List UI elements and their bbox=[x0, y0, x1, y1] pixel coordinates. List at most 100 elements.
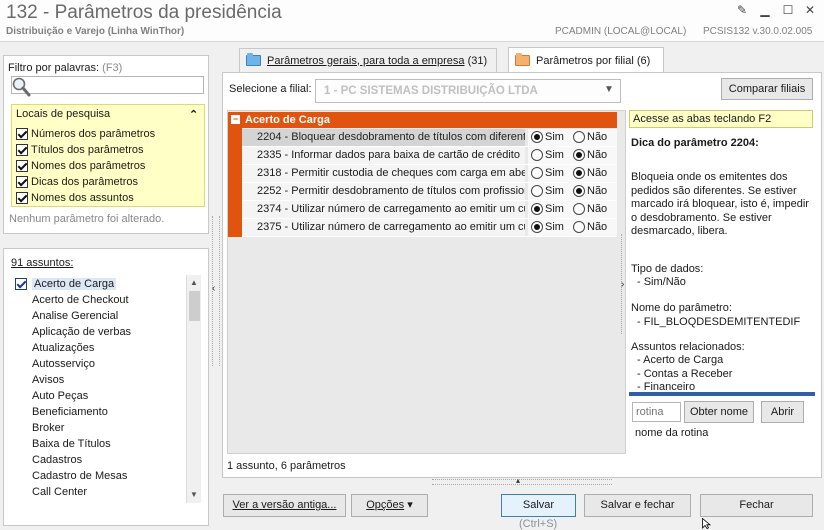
radio-no[interactable] bbox=[573, 185, 585, 197]
radio-yes[interactable] bbox=[531, 131, 543, 143]
checkbox[interactable] bbox=[16, 159, 28, 172]
collapse-icon[interactable]: ⌃ bbox=[189, 108, 198, 121]
subject-label: Beneficiamento bbox=[32, 406, 108, 418]
subject-item[interactable]: Autosserviço bbox=[13, 356, 186, 372]
radio-yes[interactable] bbox=[531, 149, 543, 161]
subject-item[interactable]: Atualizações bbox=[13, 340, 186, 356]
get-name-button[interactable]: Obter nome bbox=[684, 401, 754, 423]
parameter-row[interactable]: 2335 - Informar dados para baixa de cart… bbox=[242, 147, 617, 165]
radio-no-label: Não bbox=[587, 203, 608, 215]
branch-select[interactable]: 1 - PC SISTEMAS DISTRIBUIÇÃO LTDA bbox=[315, 79, 621, 103]
subject-item[interactable]: Cadastros bbox=[13, 452, 186, 468]
tab-branch-count: (6) bbox=[636, 54, 651, 67]
old-version-button[interactable]: Ver a versão antiga... bbox=[223, 494, 346, 517]
subject-label: Atualizações bbox=[32, 342, 95, 354]
tab-general-parameters[interactable]: Parâmetros gerais, para toda a empresa (… bbox=[239, 48, 497, 72]
compare-branches-button[interactable]: Comparar filiais bbox=[721, 78, 813, 100]
radio-yes[interactable] bbox=[531, 185, 543, 197]
filter-input[interactable] bbox=[11, 76, 204, 94]
search-location-option[interactable]: Nomes dos parâmetros bbox=[16, 158, 145, 173]
checkbox[interactable] bbox=[15, 278, 27, 290]
radio-no-label: Não bbox=[587, 221, 608, 233]
change-status: Nenhum parâmetro foi alterado. bbox=[9, 213, 165, 225]
radio-no[interactable] bbox=[573, 149, 585, 161]
parameter-name-label: Nome do parâmetro: bbox=[631, 302, 732, 314]
checkbox[interactable] bbox=[16, 191, 28, 204]
radio-no-label: Não bbox=[587, 131, 608, 143]
edit-icon[interactable]: ✎ bbox=[734, 3, 750, 17]
chevron-up-icon[interactable]: ▴ bbox=[516, 476, 520, 485]
checkbox[interactable] bbox=[16, 175, 28, 188]
subject-item[interactable]: Baixa de Títulos bbox=[13, 436, 186, 452]
group-header[interactable]: Acerto de Carga bbox=[228, 112, 617, 128]
close-button[interactable]: Fechar bbox=[700, 494, 813, 517]
radio-no-label: Não bbox=[587, 185, 608, 197]
parameter-title: 2335 - Informar dados para baixa de cart… bbox=[242, 147, 525, 164]
tab-branch-parameters[interactable]: Parâmetros por filial (6) bbox=[508, 47, 664, 73]
old-version-label: Ver a versão antiga... bbox=[232, 499, 337, 511]
save-and-close-button[interactable]: Salvar e fechar bbox=[584, 494, 691, 517]
maximize-button[interactable]: ☐ bbox=[780, 3, 796, 17]
radio-yes[interactable] bbox=[531, 203, 543, 215]
hint-separator bbox=[629, 392, 815, 396]
dropdown-arrow-icon: ▾ bbox=[407, 499, 413, 511]
checkbox[interactable] bbox=[16, 127, 28, 140]
subject-label: Auto Peças bbox=[32, 390, 89, 402]
minimize-button[interactable]: ▁ bbox=[757, 3, 773, 17]
search-location-option[interactable]: Nomes dos assuntos bbox=[16, 190, 134, 205]
bottom-splitter[interactable] bbox=[432, 479, 612, 485]
parameter-row[interactable]: 2318 - Permitir custodia de cheques com … bbox=[242, 165, 617, 183]
routine-input[interactable] bbox=[632, 402, 681, 422]
window-title: 132 - Parâmetros da presidência bbox=[6, 2, 282, 23]
parameter-row[interactable]: 2252 - Permitir desdobramento de títulos… bbox=[242, 183, 617, 201]
parameter-value-options: Sim Não bbox=[528, 165, 617, 182]
routine-name: nome da rotina bbox=[635, 427, 709, 439]
radio-yes[interactable] bbox=[531, 221, 543, 233]
checkbox[interactable] bbox=[16, 143, 28, 156]
radio-yes[interactable] bbox=[531, 167, 543, 179]
close-window-button[interactable]: ✕ bbox=[802, 3, 818, 17]
parameter-row[interactable]: 2374 - Utilizar número de carregamento a… bbox=[242, 201, 617, 219]
collapse-group-icon[interactable]: − bbox=[231, 115, 240, 124]
radio-no[interactable] bbox=[573, 221, 585, 233]
mouse-cursor-icon bbox=[702, 518, 712, 529]
subjects-scrollbar[interactable]: ▲ ▼ bbox=[186, 275, 201, 503]
radio-no[interactable] bbox=[573, 131, 585, 143]
options-button[interactable]: Opções ▾ bbox=[351, 494, 428, 517]
chevron-right-icon[interactable]: › bbox=[621, 279, 624, 290]
scroll-thumb[interactable] bbox=[189, 291, 200, 321]
search-location-label: Títulos dos parâmetros bbox=[31, 143, 144, 156]
radio-no[interactable] bbox=[573, 167, 585, 179]
chevron-left-icon[interactable]: ‹ bbox=[212, 283, 215, 294]
parameter-value-options: Sim Não bbox=[528, 201, 617, 218]
search-location-option[interactable]: Títulos dos parâmetros bbox=[16, 142, 144, 157]
subject-item[interactable]: Broker bbox=[13, 420, 186, 436]
parameter-row[interactable]: 2375 - Utilizar número de carregamento a… bbox=[242, 219, 617, 237]
tab-branch-label: Parâmetros por filial bbox=[536, 54, 634, 67]
scroll-up-icon[interactable]: ▲ bbox=[190, 278, 198, 287]
radio-yes-label: Sim bbox=[545, 167, 564, 179]
subject-item[interactable]: Avisos bbox=[13, 372, 186, 388]
folder-icon bbox=[515, 53, 530, 66]
related-subjects-label: Assuntos relacionados: bbox=[631, 341, 745, 353]
subject-item[interactable]: Analise Gerencial bbox=[13, 308, 186, 324]
radio-no[interactable] bbox=[573, 203, 585, 215]
subject-label: Cadastro de Mesas bbox=[32, 470, 128, 482]
subject-item[interactable]: Acerto de Carga bbox=[13, 276, 186, 292]
subject-item[interactable]: Aplicação de verbas bbox=[13, 324, 186, 340]
subject-item[interactable]: Call Center bbox=[13, 484, 186, 496]
subject-label: Acerto de Carga bbox=[32, 278, 117, 290]
subject-item[interactable]: Auto Peças bbox=[13, 388, 186, 404]
chevron-down-icon[interactable]: ▼ bbox=[604, 84, 614, 95]
subjects-list[interactable]: Acerto de Carga Acerto de Checkout Analise… bbox=[13, 276, 186, 496]
search-location-option[interactable]: Dicas dos parâmetros bbox=[16, 174, 138, 189]
subject-item[interactable]: Acerto de Checkout bbox=[13, 292, 186, 308]
search-location-option[interactable]: Números dos parâmetros bbox=[16, 126, 155, 141]
subject-item[interactable]: Beneficiamento bbox=[13, 404, 186, 420]
parameter-row[interactable]: 2204 - Bloquear desdobramento de títulos… bbox=[242, 129, 617, 147]
subject-item[interactable]: Cadastro de Mesas bbox=[13, 468, 186, 484]
save-button[interactable]: Salvar bbox=[501, 494, 576, 517]
search-icon bbox=[12, 77, 31, 97]
scroll-down-icon[interactable]: ▼ bbox=[190, 490, 198, 499]
open-routine-button[interactable]: Abrir bbox=[761, 401, 804, 423]
